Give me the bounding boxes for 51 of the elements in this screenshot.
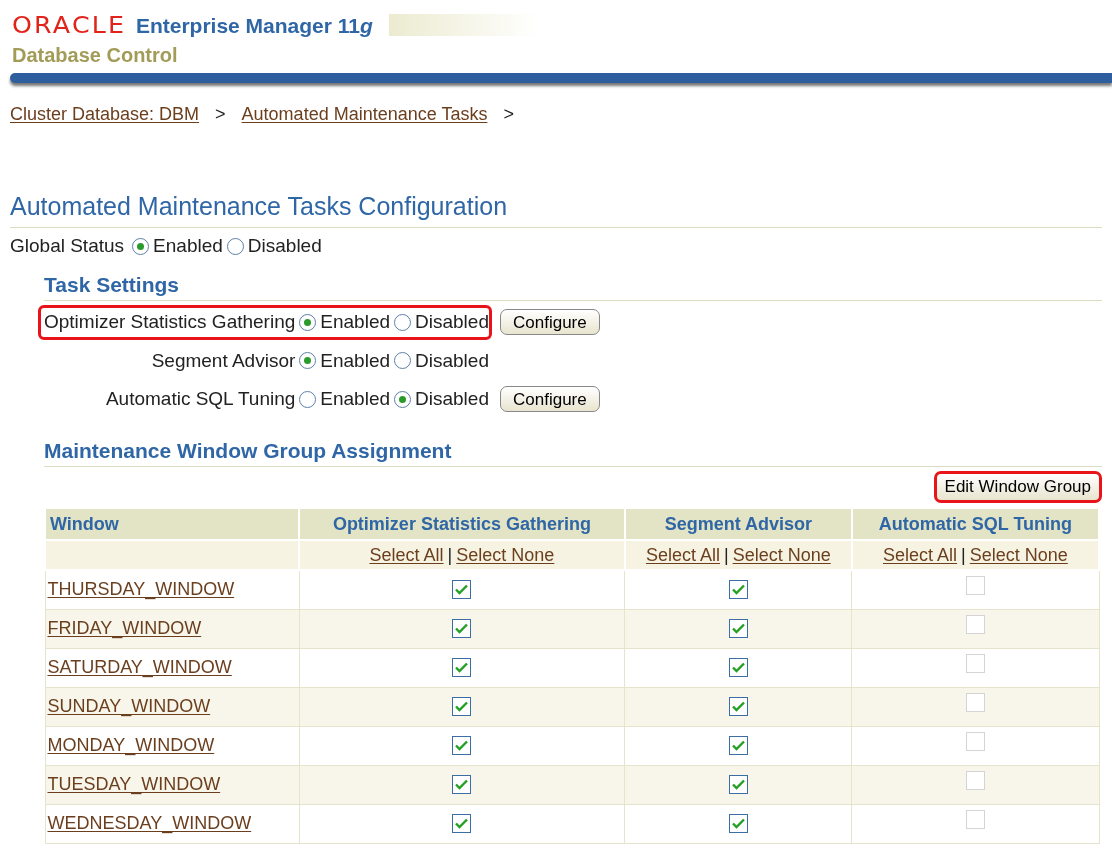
checkbox[interactable] [452, 658, 472, 677]
radio-button[interactable] [299, 390, 317, 408]
radio-button[interactable] [394, 390, 412, 408]
radio-button[interactable] [299, 313, 317, 331]
breadcrumb-separator: > [503, 102, 514, 126]
task-label: Optimizer Statistics Gathering [44, 310, 296, 334]
checkbox[interactable] [728, 814, 748, 833]
task-label: Automatic SQL Tuning [104, 387, 296, 411]
radio-button[interactable] [394, 313, 412, 331]
checkbox[interactable] [728, 697, 748, 716]
radio-label: Enabled [320, 310, 391, 334]
task-label: Segment Advisor [150, 348, 296, 373]
column-header: Automatic SQL Tuning [851, 508, 1099, 540]
checkbox[interactable] [452, 814, 472, 833]
configure-button[interactable]: Configure [500, 386, 600, 412]
checkbox[interactable] [452, 697, 472, 716]
checkbox[interactable] [728, 658, 748, 677]
checkbox[interactable] [728, 736, 748, 755]
radio-label: Enabled [153, 234, 223, 258]
checkbox[interactable] [452, 580, 472, 600]
radio-label: Disabled [247, 234, 322, 258]
product-name: Enterprise Manager 11g [135, 12, 373, 39]
section-title: Maintenance Window Group Assignment [44, 434, 1102, 467]
radio-label: Disabled [415, 310, 489, 334]
global-status-label: Global Status [10, 234, 125, 258]
radio-label: Enabled [320, 387, 391, 411]
column-header: Window [45, 508, 299, 540]
edit-window-group-button[interactable]: Edit Window Group [933, 471, 1102, 503]
breadcrumb-link[interactable]: Cluster Database: DBM [10, 100, 200, 128]
radio-label: Disabled [415, 348, 489, 373]
brand-logo: ORACLE [12, 11, 127, 40]
checkbox[interactable] [728, 580, 748, 600]
checkbox[interactable] [452, 619, 472, 638]
product-subtitle: Database Control [12, 42, 179, 67]
radio-label: Enabled [320, 348, 391, 373]
column-header: Optimizer Statistics Gathering [299, 508, 625, 540]
checkbox[interactable] [728, 619, 748, 638]
page-title: Automated Maintenance Tasks Configuration [10, 187, 1102, 228]
section-title: Task Settings [44, 268, 1102, 301]
configure-button[interactable]: Configure [500, 309, 600, 335]
breadcrumb-separator: > [215, 102, 226, 126]
breadcrumb-link[interactable]: Automated Maintenance Tasks [241, 100, 488, 128]
radio-button[interactable] [226, 237, 244, 255]
radio-label: Disabled [415, 387, 489, 411]
radio-button[interactable] [299, 352, 317, 370]
checkbox[interactable] [452, 775, 472, 794]
checkbox[interactable] [728, 775, 748, 794]
checkbox[interactable] [452, 736, 472, 755]
radio-button[interactable] [394, 352, 412, 370]
radio-button[interactable] [132, 237, 150, 255]
column-header: Segment Advisor [624, 508, 852, 540]
